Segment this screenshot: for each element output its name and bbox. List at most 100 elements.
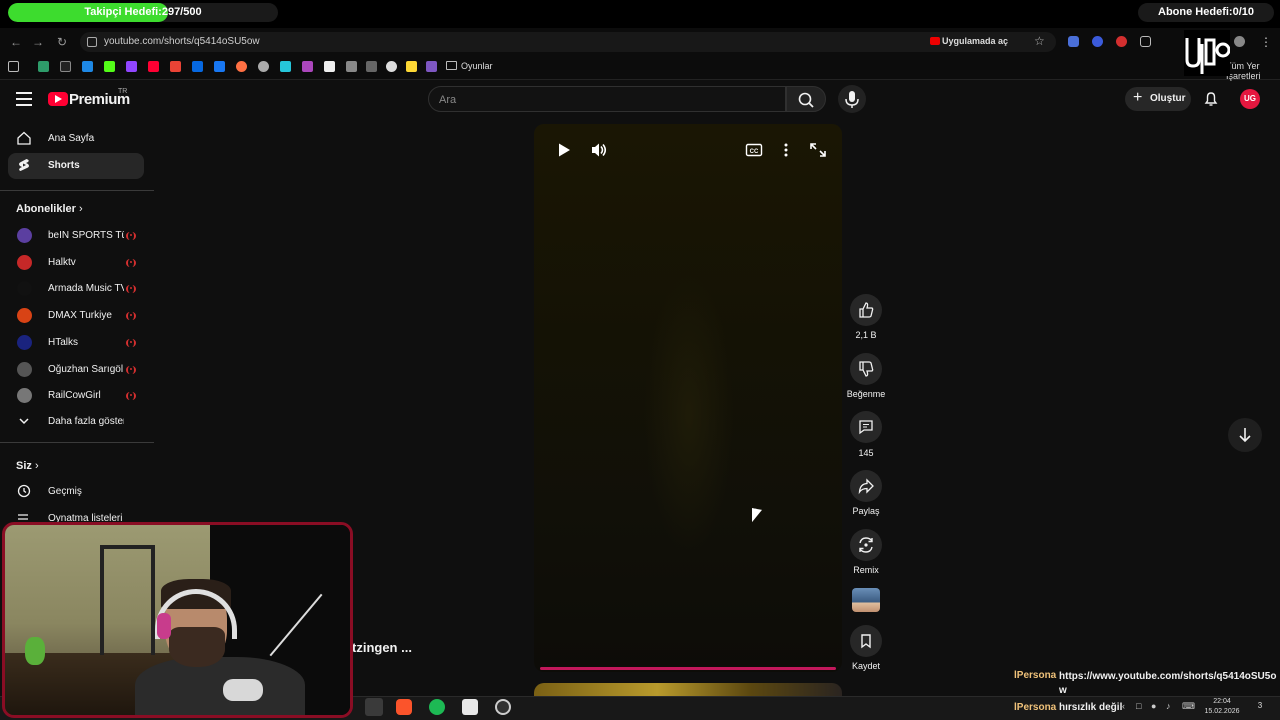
next-short-button[interactable] bbox=[1228, 418, 1262, 452]
notifications-tray-icon[interactable]: 3 bbox=[1252, 701, 1268, 714]
open-in-app-button[interactable]: Uygulamada aç bbox=[942, 36, 1008, 46]
save-button[interactable] bbox=[850, 625, 882, 657]
live-indicator-icon bbox=[126, 258, 136, 267]
x-bookmark-icon[interactable] bbox=[60, 61, 71, 72]
account-avatar[interactable]: UG bbox=[1240, 89, 1260, 109]
bookmark-icon[interactable] bbox=[386, 61, 397, 72]
search-input[interactable] bbox=[439, 92, 769, 108]
webcam-streamer bbox=[135, 579, 305, 715]
search-button[interactable] bbox=[786, 86, 826, 112]
subscriptions-heading[interactable]: Abonelikler › bbox=[16, 203, 83, 215]
subscription-item[interactable]: Oğuzhan Sarıgöl bbox=[8, 357, 144, 383]
bookmark-icon[interactable] bbox=[302, 61, 313, 72]
sidebar-item-home[interactable]: Ana Sayfa bbox=[8, 126, 144, 152]
subscription-item[interactable]: RailCowGirl bbox=[8, 383, 144, 409]
chrome-taskbar-icon[interactable] bbox=[365, 698, 383, 716]
bookmark-icon[interactable] bbox=[82, 61, 93, 72]
back-icon[interactable]: ← bbox=[8, 34, 24, 50]
more-options-icon[interactable] bbox=[776, 142, 796, 158]
save-label: Kaydet bbox=[851, 661, 881, 671]
site-info-icon[interactable] bbox=[87, 37, 97, 47]
follower-goal-text: Takipçi Hedefi:297/500 bbox=[84, 6, 202, 18]
bookmark-icon[interactable] bbox=[258, 61, 269, 72]
tray-icon[interactable]: □ bbox=[1136, 701, 1141, 711]
search-box[interactable] bbox=[428, 86, 786, 112]
you-heading[interactable]: Siz › bbox=[16, 460, 39, 472]
play-icon[interactable] bbox=[554, 142, 574, 158]
region-code: TR bbox=[118, 88, 128, 95]
gmail-bookmark-icon[interactable] bbox=[170, 61, 181, 72]
mouse-cursor bbox=[752, 508, 762, 524]
subscription-item[interactable]: Armada Music TV bbox=[8, 276, 144, 302]
kick-bookmark-icon[interactable] bbox=[104, 61, 115, 72]
extension-icon[interactable] bbox=[1116, 36, 1127, 47]
volume-icon[interactable] bbox=[589, 142, 609, 158]
captions-icon[interactable]: CC bbox=[744, 142, 764, 158]
sidebar-item-history[interactable]: Geçmiş bbox=[8, 479, 144, 505]
notifications-bell-icon[interactable] bbox=[1202, 90, 1220, 108]
subscription-name: HTalks bbox=[48, 336, 79, 348]
system-clock[interactable]: 22:04 15.02.2026 bbox=[1204, 697, 1240, 717]
share-button[interactable] bbox=[850, 470, 882, 502]
folder-icon[interactable] bbox=[446, 61, 457, 70]
video-title-fragment[interactable]: tzingen ... bbox=[352, 640, 412, 655]
all-bookmarks-link[interactable]: Tüm Yer İşaretleri bbox=[1226, 61, 1280, 81]
video-progress-bar[interactable] bbox=[540, 667, 836, 670]
bookmark-icon[interactable] bbox=[426, 61, 437, 72]
like-button[interactable] bbox=[850, 294, 882, 326]
bookmark-icon[interactable] bbox=[406, 61, 417, 72]
file-taskbar-icon[interactable] bbox=[462, 699, 478, 715]
youtube-logo-icon[interactable] bbox=[48, 92, 68, 106]
short-video-player[interactable]: CC bbox=[534, 124, 842, 672]
extensions-puzzle-icon[interactable] bbox=[1140, 36, 1151, 47]
keyboard-tray-icon[interactable]: ⌨ bbox=[1182, 701, 1195, 712]
browser-menu-icon[interactable]: ⋮ bbox=[1258, 34, 1274, 50]
channel-avatar bbox=[17, 334, 32, 350]
profile-icon[interactable] bbox=[1234, 36, 1245, 47]
forward-icon[interactable]: → bbox=[30, 34, 46, 50]
apps-grid-icon[interactable] bbox=[8, 61, 19, 72]
youtube-app-icon bbox=[930, 37, 940, 45]
sidebar-item-shorts[interactable]: Shorts bbox=[8, 153, 144, 179]
chevron-right-icon: › bbox=[78, 203, 83, 215]
bookmark-icon[interactable] bbox=[324, 61, 335, 72]
create-button[interactable]: + Oluştur bbox=[1125, 87, 1191, 111]
subscription-item[interactable]: DMAX Turkiye bbox=[8, 303, 144, 329]
spotify-taskbar-icon[interactable] bbox=[429, 699, 445, 715]
shorts-icon bbox=[19, 159, 29, 171]
translate-extension-icon[interactable] bbox=[1068, 36, 1079, 47]
chat-username: lPersona bbox=[1014, 670, 1057, 681]
fullscreen-icon[interactable] bbox=[808, 142, 828, 158]
voice-search-button[interactable] bbox=[838, 85, 866, 113]
bookmark-icon[interactable] bbox=[346, 61, 357, 72]
brave-taskbar-icon[interactable] bbox=[396, 699, 412, 715]
subscription-item[interactable]: Halktv bbox=[8, 250, 144, 276]
show-more-button[interactable]: Daha fazla göster bbox=[8, 409, 144, 435]
microphone-tray-icon[interactable]: ● bbox=[1151, 701, 1156, 711]
url-text[interactable]: youtube.com/shorts/q5414oSU5ow bbox=[104, 36, 260, 47]
subscription-item[interactable]: beIN SPORTS Tü... bbox=[8, 223, 144, 249]
bookmark-icon[interactable] bbox=[280, 61, 291, 72]
youtube-bookmark-icon[interactable] bbox=[148, 61, 159, 72]
twitch-bookmark-icon[interactable] bbox=[126, 61, 137, 72]
bookmark-folder-games[interactable]: Oyunlar bbox=[461, 61, 493, 71]
speaker-tray-icon[interactable]: ♪ bbox=[1166, 701, 1171, 711]
address-bar[interactable]: youtube.com/shorts/q5414oSU5ow Uygulamad… bbox=[80, 32, 1056, 52]
bookmark-icon[interactable] bbox=[236, 61, 247, 72]
bookmark-icon[interactable] bbox=[214, 61, 225, 72]
subscription-item[interactable]: HTalks bbox=[8, 330, 144, 356]
bookmark-icon[interactable] bbox=[366, 61, 377, 72]
remix-button[interactable] bbox=[850, 529, 882, 561]
obs-taskbar-icon[interactable] bbox=[495, 699, 511, 715]
tray-icon[interactable]: ‹ bbox=[1122, 701, 1125, 711]
bookmark-star-icon[interactable]: ☆ bbox=[1034, 34, 1045, 48]
extension-icon[interactable] bbox=[1092, 36, 1103, 47]
hamburger-menu-icon[interactable] bbox=[16, 92, 32, 106]
channel-avatar[interactable] bbox=[852, 588, 880, 612]
meta-bookmark-icon[interactable] bbox=[192, 61, 203, 72]
bookmark-icon[interactable] bbox=[38, 61, 49, 72]
comments-button[interactable] bbox=[850, 411, 882, 443]
dislike-button[interactable] bbox=[850, 353, 882, 385]
reload-icon[interactable]: ↻ bbox=[54, 34, 70, 50]
video-frame bbox=[644, 274, 734, 554]
